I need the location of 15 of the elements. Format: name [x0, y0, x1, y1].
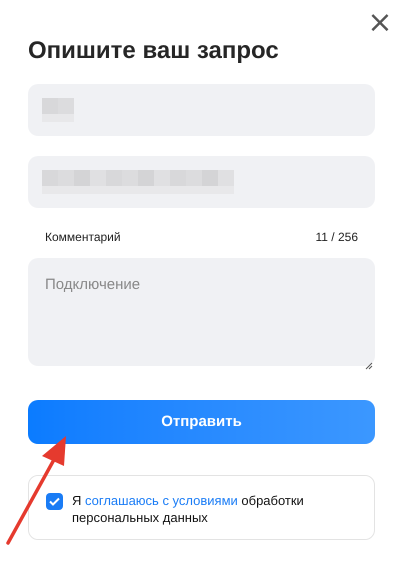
close-button[interactable]: ×	[367, 10, 393, 36]
check-icon	[49, 497, 60, 506]
input-field[interactable]	[28, 84, 375, 136]
character-counter: 11 / 256	[316, 229, 358, 246]
input-field[interactable]	[28, 156, 375, 208]
blurred-text-icon	[42, 98, 74, 122]
consent-text: Я соглашаюсь с условиями обработки персональных данных	[72, 492, 305, 526]
comment-label: Комментарий	[45, 229, 121, 246]
terms-link[interactable]: соглашаюсь с условиями	[85, 493, 238, 508]
resize-handle-icon[interactable]	[365, 362, 373, 370]
comment-field[interactable]: Подключение	[28, 258, 375, 366]
consent-checkbox[interactable]	[46, 493, 63, 510]
dialog-title: Опишите ваш запрос	[28, 36, 280, 66]
blurred-text-icon	[42, 170, 234, 194]
submit-button[interactable]: Отправить	[28, 400, 375, 444]
